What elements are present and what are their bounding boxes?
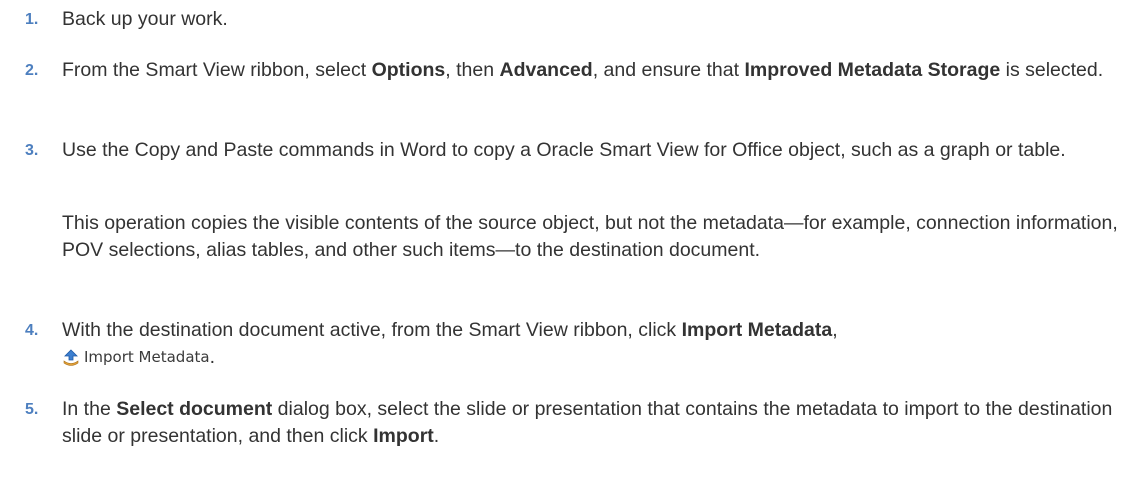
step-number: 4. <box>25 322 39 339</box>
step-number: 1. <box>25 11 39 28</box>
step-number: 5. <box>25 401 39 418</box>
step-text: Use the Copy and Paste commands in Word … <box>62 139 1066 161</box>
step-number: 3. <box>25 142 39 159</box>
step-text: In the Select document dialog box, selec… <box>62 398 1113 447</box>
import-metadata-button-image: Import Metadata <box>62 347 210 368</box>
document-body: 1. Back up your work. 2. From the Smart … <box>0 0 1144 480</box>
select-document-term: Select document <box>116 398 273 420</box>
import-metadata-term: Import Metadata <box>681 319 833 341</box>
improved-metadata-storage-term: Improved Metadata Storage <box>744 59 1001 81</box>
import-term: Import <box>373 424 434 447</box>
step-note: This operation copies the visible conten… <box>62 212 1118 261</box>
step-text: With the destination document active, fr… <box>62 319 838 368</box>
step-text: Back up your work. <box>62 8 228 30</box>
options-term: Options <box>371 59 446 81</box>
import-metadata-icon <box>63 349 79 366</box>
step-number: 2. <box>25 62 39 79</box>
step-text: From the Smart View ribbon, select Optio… <box>62 59 1104 81</box>
advanced-term: Advanced <box>499 59 593 81</box>
